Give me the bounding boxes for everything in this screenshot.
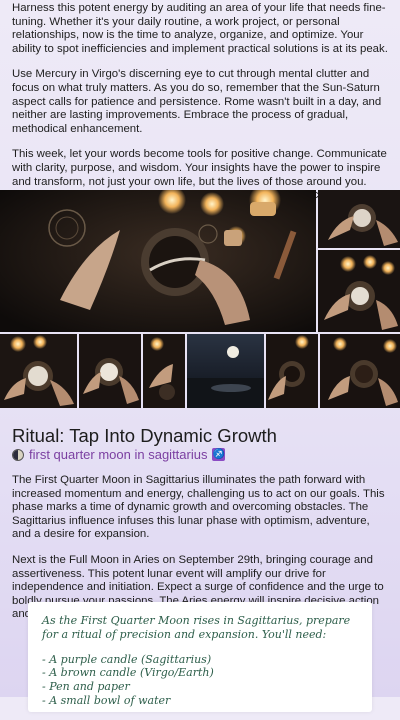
ritual-heading: Ritual: Tap Into Dynamic Growth: [12, 425, 277, 446]
list-item: - A brown candle (Virgo/Earth): [42, 666, 214, 680]
ritual-paragraph-1: The First Quarter Moon in Sagittarius il…: [12, 474, 385, 541]
moon-phase-label: first quarter moon in sagittarius: [29, 447, 208, 462]
intro-paragraph-1: Harness this potent energy by auditing a…: [12, 2, 388, 55]
gallery-image-right-1[interactable]: [318, 190, 400, 248]
gallery-image-bottom-2[interactable]: [79, 334, 141, 408]
moon-phase-line: first quarter moon in sagittarius ♐: [12, 447, 226, 462]
ritual-supplies-note: As the First Quarter Moon rises in Sagit…: [28, 602, 372, 712]
intro-section: Harness this potent energy by auditing a…: [12, 0, 388, 216]
gallery-image-bottom-3[interactable]: [143, 334, 185, 408]
gallery-image-right-2[interactable]: [318, 250, 400, 332]
gallery-image-bottom-1[interactable]: [0, 334, 77, 408]
first-quarter-moon-icon: [12, 448, 24, 461]
sagittarius-icon: ♐: [212, 448, 226, 461]
gallery-image-bottom-5[interactable]: [266, 334, 318, 408]
list-item: - A small bowl of water: [42, 693, 171, 707]
ritual-image-gallery: [0, 190, 400, 408]
article-content: Harness this potent energy by auditing a…: [0, 0, 400, 216]
supplies-list: - A purple candle (Sagittarius) - A brow…: [42, 653, 358, 708]
list-item: - A purple candle (Sagittarius): [42, 652, 212, 666]
gallery-image-main[interactable]: [0, 190, 316, 332]
list-item: - Pen and paper: [42, 680, 130, 694]
gallery-image-bottom-4[interactable]: [187, 334, 264, 408]
intro-paragraph-2: Use Mercury in Virgo's discerning eye to…: [12, 68, 382, 135]
note-intro: As the First Quarter Moon rises in Sagit…: [42, 614, 351, 641]
gallery-image-bottom-6[interactable]: [320, 334, 400, 408]
